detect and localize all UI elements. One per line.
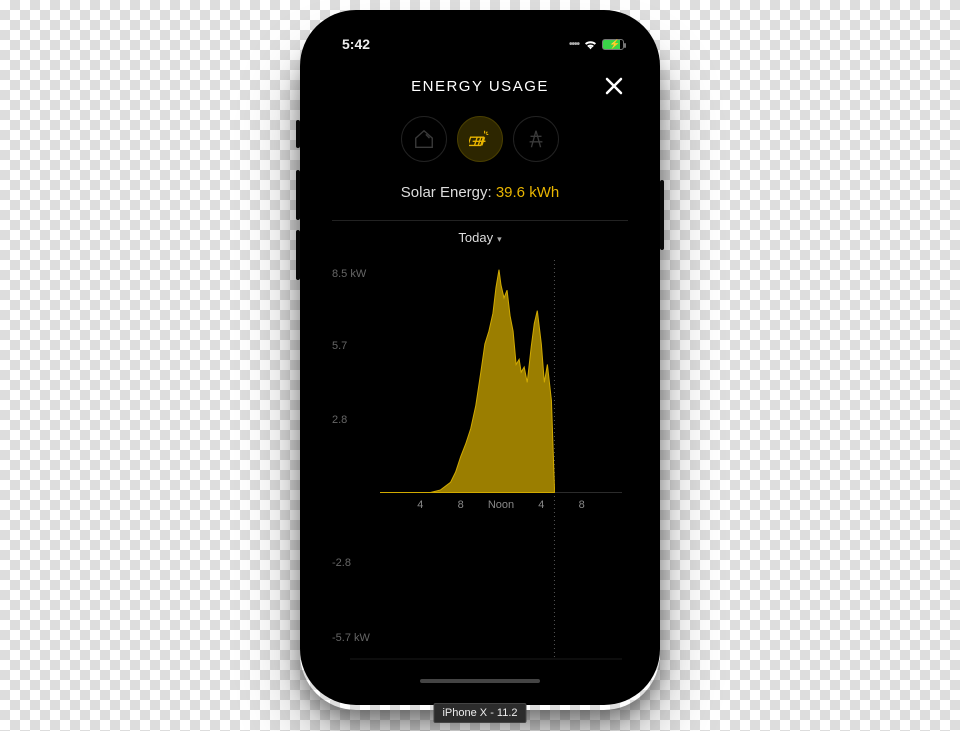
status-right: •••• ⚡ [569,39,624,50]
signal-icon: •••• [569,39,579,50]
chart[interactable]: -5.7 kW -2.8 2.8 5.7 8.5 kW 4 8 Noon 4 8 [332,256,628,665]
tab-home[interactable] [401,116,447,162]
x-tick-label: 4 [538,499,544,511]
y-tick-label: -5.7 kW [332,632,370,644]
phone-side-button [660,180,664,250]
metric-value: 39.6 kWh [496,184,559,201]
tab-solar[interactable] [457,116,503,162]
phone-side-button [296,230,300,280]
notch [390,24,570,50]
divider [332,220,628,221]
home-icon [413,128,435,150]
tab-grid[interactable] [513,116,559,162]
x-tick-label: 4 [417,499,423,511]
phone-side-button [296,120,300,148]
y-tick-label: 5.7 [332,340,347,352]
x-tick-label: Noon [488,499,514,511]
close-button[interactable] [602,74,626,98]
metric: Solar Energy: 39.6 kWh [314,184,646,201]
x-tick-label: 8 [458,499,464,511]
y-tick-label: -2.8 [332,557,351,569]
battery-icon: ⚡ [602,39,624,50]
metric-label: Solar Energy: [401,184,496,201]
solar-icon [469,128,491,150]
grid-icon [525,128,547,150]
period-label: Today [458,230,493,245]
home-indicator[interactable] [420,679,540,683]
phone-side-button [296,170,300,220]
chevron-down-icon: ▾ [497,234,502,244]
wifi-icon [583,39,598,50]
period-selector[interactable]: Today ▾ [314,230,646,245]
header: ENERGY USAGE [314,68,646,104]
close-icon [602,74,626,98]
source-tabs [314,116,646,162]
screen: 5:42 •••• ⚡ ENERGY USAGE [314,24,646,691]
device-badge: iPhone X - 11.2 [433,703,526,723]
phone-frame: 5:42 •••• ⚡ ENERGY USAGE [300,10,660,705]
page-title: ENERGY USAGE [411,78,549,95]
y-tick-label: 8.5 kW [332,268,366,280]
y-tick-label: 2.8 [332,414,347,426]
x-tick-label: 8 [579,499,585,511]
status-time: 5:42 [342,36,370,52]
